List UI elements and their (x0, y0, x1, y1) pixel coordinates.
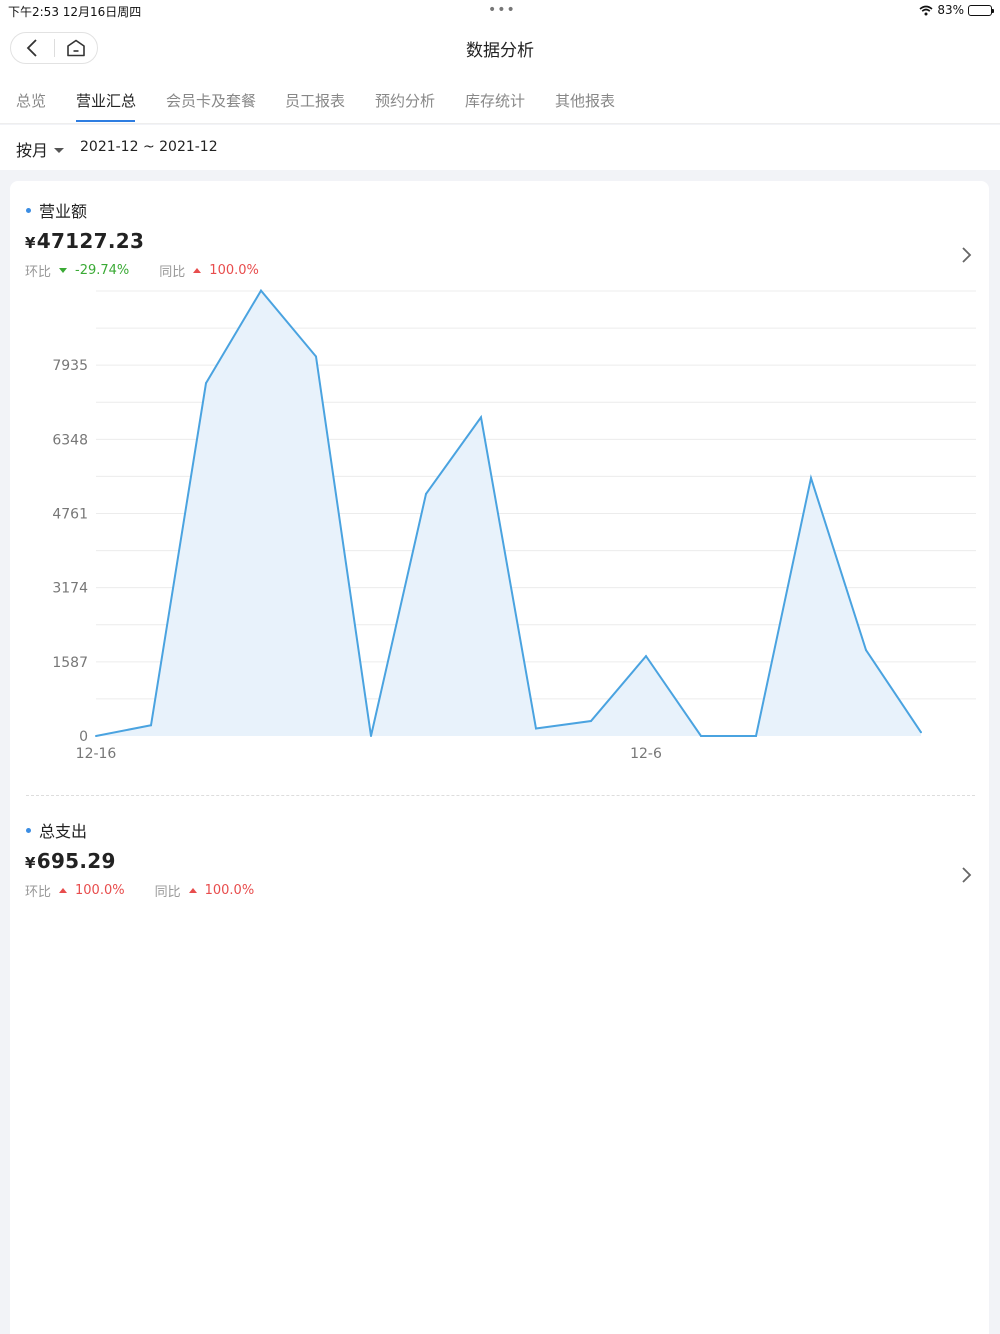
data-point (205, 382, 207, 385)
chevron-right-icon[interactable] (959, 866, 973, 884)
summary-card: 营业额 ¥47127.23 环比 -29.74% 同比 100.0% 0 1587… (10, 181, 989, 1334)
revenue-title: 营业额 (26, 198, 87, 222)
y-tick-label: 4761 (52, 507, 88, 523)
yoy-label: 同比 (154, 885, 181, 900)
data-point (95, 735, 97, 737)
trend-up-icon (59, 888, 68, 893)
y-tick-label: 1587 (52, 655, 88, 671)
data-point (920, 731, 922, 734)
y-tick-label: 0 (79, 729, 88, 745)
data-point (700, 735, 702, 737)
revenue-chart: 0 1587 3174 4761 6348 7935 12-16 12-6 (52, 288, 976, 762)
expense-title: 总支出 (26, 818, 87, 842)
expense-amount-value: 695.29 (36, 849, 116, 873)
yoy-value: 100.0% (204, 883, 255, 898)
data-point (865, 649, 867, 652)
chevron-right-icon[interactable] (959, 246, 973, 264)
data-point (425, 492, 427, 495)
x-tick-label: 12-16 (76, 746, 117, 762)
tab-staff-report[interactable]: 员工报表 (285, 90, 345, 111)
mom-label: 环比 (25, 885, 52, 900)
expense-amount: ¥695.29 (25, 849, 116, 873)
bullet-dot-icon (26, 207, 31, 213)
status-bar: 下午2:53 12月16日周四 ••• 83% (0, 0, 1000, 22)
y-tick-label: 3174 (52, 581, 88, 597)
data-point (810, 477, 812, 480)
tab-business-summary[interactable]: 营业汇总 (76, 90, 136, 111)
revenue-amount-value: 47127.23 (36, 229, 145, 253)
tab-appointment[interactable]: 预约分析 (375, 90, 435, 111)
trend-up-icon (188, 888, 197, 893)
battery-icon (968, 4, 994, 16)
period-mode-label: 按月 (16, 141, 49, 160)
data-point (370, 735, 372, 737)
battery-percent: 83% (937, 3, 964, 17)
data-point (535, 727, 537, 730)
filter-bar: 按月 2021-12 ~ 2021-12 (0, 125, 1000, 170)
y-tick-label: 7935 (52, 358, 88, 374)
expense-title-text: 总支出 (39, 822, 88, 841)
section-divider (26, 795, 975, 796)
data-point (315, 355, 317, 358)
trend-down-icon (59, 268, 68, 273)
data-point (260, 289, 262, 292)
status-right: 83% (919, 3, 994, 17)
tab-other-reports[interactable]: 其他报表 (555, 90, 615, 111)
nav-bar: 数据分析 (0, 22, 1000, 74)
status-time: 下午2:53 12月16日周四 (8, 5, 142, 19)
multitasking-dots-icon[interactable]: ••• (488, 2, 516, 18)
active-tab-indicator (76, 120, 135, 122)
caret-down-icon (54, 147, 65, 153)
trend-up-icon (193, 268, 202, 273)
x-tick-label: 12-6 (630, 746, 662, 762)
data-point (590, 720, 592, 723)
mom-value: 100.0% (75, 883, 125, 898)
currency-symbol: ¥ (25, 854, 36, 872)
tab-inventory[interactable]: 库存统计 (465, 90, 525, 111)
revenue-amount: ¥47127.23 (25, 229, 144, 253)
date-range-picker[interactable]: 2021-12 ~ 2021-12 (80, 139, 218, 155)
tab-overview[interactable]: 总览 (16, 90, 46, 111)
page-title: 数据分析 (466, 41, 534, 61)
data-point (755, 735, 757, 737)
wifi-icon (919, 5, 933, 15)
data-point (645, 655, 647, 658)
tab-membership[interactable]: 会员卡及套餐 (166, 90, 256, 111)
revenue-title-text: 营业额 (39, 202, 88, 221)
data-point (150, 724, 152, 727)
bullet-dot-icon (26, 827, 31, 833)
period-dropdown[interactable]: 按月 (16, 137, 65, 161)
report-tabs: 总览 营业汇总 会员卡及套餐 员工报表 预约分析 库存统计 其他报表 (0, 74, 1000, 124)
currency-symbol: ¥ (25, 234, 36, 252)
expense-comparison: 环比 100.0% 同比 100.0% (25, 881, 254, 900)
data-point (480, 416, 482, 419)
y-tick-label: 6348 (52, 432, 88, 448)
